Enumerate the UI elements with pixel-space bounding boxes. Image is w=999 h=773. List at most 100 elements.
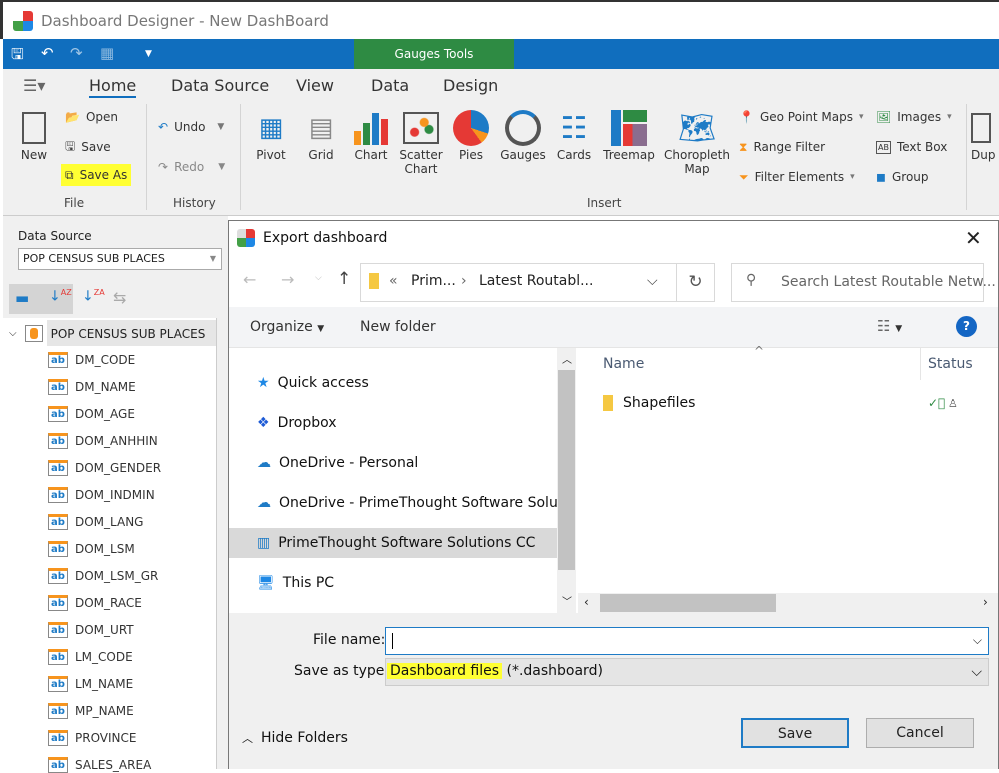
save-icon[interactable]: 🖫 xyxy=(11,44,24,69)
column-header-name[interactable]: Name xyxy=(603,356,644,372)
column-header-status[interactable]: Status xyxy=(928,356,973,372)
column-divider[interactable] xyxy=(920,348,921,380)
new-folder-button[interactable]: New folder xyxy=(360,319,436,335)
tab-design[interactable]: Design xyxy=(443,76,498,95)
swap-icon[interactable]: ⇆ xyxy=(113,288,126,307)
range-filter-button[interactable]: ⧗ Range Filter xyxy=(739,136,825,158)
chevron-down-icon[interactable]: ⌵ xyxy=(973,633,982,648)
nav-onedrive-business[interactable]: ☁ OneDrive - PrimeThought Software Soluti… xyxy=(257,495,557,511)
redo-icon[interactable]: ↷ xyxy=(70,44,83,62)
treemap-button[interactable]: Treemap xyxy=(601,108,657,162)
breadcrumb-item[interactable]: Latest Routabl... xyxy=(479,273,593,289)
cancel-button[interactable]: Cancel xyxy=(866,718,974,748)
hide-folders-button[interactable]: ︿ Hide Folders xyxy=(242,730,348,746)
file-name-input[interactable]: ⌵ xyxy=(385,627,989,655)
sort-ascending-icon[interactable]: ↓AZ xyxy=(49,288,72,305)
close-icon[interactable]: ✕ xyxy=(965,226,982,250)
cards-button[interactable]: ☷ Cards xyxy=(546,108,602,163)
field-item[interactable]: ab DOM_LSM xyxy=(48,541,135,557)
chevron-down-icon[interactable]: ▼ xyxy=(217,122,224,132)
recent-dropdown-icon[interactable]: ⌵ xyxy=(315,273,322,283)
field-item[interactable]: ab DOM_GENDER xyxy=(48,460,161,476)
up-icon[interactable]: ↑ xyxy=(337,269,351,289)
field-item[interactable]: ab DOM_AGE xyxy=(48,406,135,422)
nav-this-pc[interactable]: 🖥 This PC xyxy=(257,575,334,591)
group-by-type-icon[interactable]: ▬ xyxy=(15,289,29,307)
nav-quick-access[interactable]: ★ Quick access xyxy=(257,375,369,391)
overflow-chevron-icon[interactable]: « xyxy=(389,273,398,289)
scroll-thumb[interactable] xyxy=(558,370,575,570)
tree-root[interactable]: ⌵ POP CENSUS SUB PLACES xyxy=(9,325,205,342)
undo-button[interactable]: ↶ Undo ▼ xyxy=(158,116,224,138)
forward-icon[interactable]: → xyxy=(281,270,294,289)
tab-home[interactable]: Home xyxy=(89,76,137,98)
field-item[interactable]: ab LM_NAME xyxy=(48,676,133,692)
filter-elements-button[interactable]: ⏷ Filter Elements ▾ xyxy=(739,166,855,188)
horizontal-scrollbar[interactable]: ‹ › xyxy=(578,593,998,613)
field-item[interactable]: ab LM_CODE xyxy=(48,649,133,665)
field-item[interactable]: ab DOM_RACE xyxy=(48,595,142,611)
tab-data[interactable]: Data xyxy=(371,76,409,95)
gauges-button[interactable]: Gauges xyxy=(495,108,551,162)
save-button[interactable]: Save xyxy=(741,718,849,748)
field-item[interactable]: ab MP_NAME xyxy=(48,703,134,719)
data-source-select[interactable]: POP CENSUS SUB PLACES ▼ xyxy=(18,248,222,270)
images-button[interactable]: 🖼 Images ▾ xyxy=(876,106,952,128)
nav-primethought[interactable]: ▥ PrimeThought Software Solutions CC xyxy=(257,535,535,551)
choropleth-map-button[interactable]: 🗺 Choropleth Map xyxy=(663,108,731,177)
refresh-button[interactable]: ↻ xyxy=(676,263,715,302)
scroll-left-icon[interactable]: ‹ xyxy=(584,595,589,609)
grid-button[interactable]: ▤ Grid xyxy=(293,108,349,162)
redo-button[interactable]: ↷ Redo ▼ xyxy=(158,156,225,178)
sort-descending-icon[interactable]: ↓ZA xyxy=(82,288,105,305)
back-icon[interactable]: ← xyxy=(243,270,256,289)
gauges-tools-context-tab[interactable]: Gauges Tools xyxy=(354,39,514,69)
duplicate-button[interactable]: Dup xyxy=(971,108,999,162)
undo-icon[interactable]: ↶ xyxy=(41,44,54,62)
field-item[interactable]: ab DOM_INDMIN xyxy=(48,487,155,503)
customize-dropdown-icon[interactable]: ▼ xyxy=(145,49,152,59)
group-button[interactable]: ◼ Group xyxy=(876,166,929,188)
scroll-down-icon[interactable]: ﹀ xyxy=(562,593,572,608)
chevron-down-icon[interactable]: ⌵ xyxy=(9,328,17,339)
chevron-down-icon[interactable]: ▼ xyxy=(218,162,225,172)
chart-button[interactable]: Chart xyxy=(343,108,399,162)
field-item[interactable]: ab DM_CODE xyxy=(48,352,135,368)
text-box-button[interactable]: AB Text Box xyxy=(876,136,947,158)
field-item[interactable]: ab DOM_LSM_GR xyxy=(48,568,158,584)
field-item[interactable]: ab DM_NAME xyxy=(48,379,136,395)
save-as-button[interactable]: ⧉ Save As xyxy=(61,164,132,186)
nav-scrollbar[interactable]: ︿ ﹀ xyxy=(557,348,576,613)
field-item[interactable]: ab DOM_URT xyxy=(48,622,134,638)
help-icon[interactable]: ? xyxy=(956,316,977,337)
breadcrumb-item[interactable]: Prim... xyxy=(411,273,456,289)
open-button[interactable]: 📂 Open xyxy=(65,106,118,128)
field-item[interactable]: ab PROVINCE xyxy=(48,730,137,746)
organize-button[interactable]: Organize ▼ xyxy=(250,319,324,335)
pivot-button[interactable]: ▦ Pivot xyxy=(243,108,299,162)
nav-dropbox[interactable]: ❖ Dropbox xyxy=(257,415,337,431)
tab-data-source[interactable]: Data Source xyxy=(171,76,269,95)
tree-scrollbar[interactable] xyxy=(216,318,228,769)
pies-button[interactable]: Pies xyxy=(443,108,499,162)
scroll-up-icon[interactable]: ︿ xyxy=(562,351,572,366)
scatter-chart-button[interactable]: Scatter Chart xyxy=(393,108,449,176)
scroll-thumb[interactable] xyxy=(600,594,776,612)
nav-onedrive-personal[interactable]: ☁ OneDrive - Personal xyxy=(257,455,418,471)
save-type-select[interactable]: Dashboard files (*.dashboard) ⌵ xyxy=(385,658,989,686)
file-row[interactable]: Shapefiles ✓⃝ ♙ xyxy=(603,392,993,414)
tab-view[interactable]: View xyxy=(296,76,334,95)
chevron-down-icon[interactable]: ⌵ xyxy=(647,273,658,289)
view-options-icon[interactable]: ☷ ▼ xyxy=(877,317,902,335)
geo-point-maps-button[interactable]: 📍 Geo Point Maps ▾ xyxy=(739,106,864,128)
field-item[interactable]: ab SALES_AREA xyxy=(48,757,151,773)
scroll-right-icon[interactable]: › xyxy=(983,595,988,609)
app-menu-icon[interactable]: ☰▾ xyxy=(23,76,45,95)
address-bar[interactable]: « Prim... › Latest Routabl... ⌵ xyxy=(360,263,677,302)
refresh-grid-icon[interactable]: ▦ xyxy=(100,44,114,62)
new-button[interactable]: New xyxy=(6,108,62,162)
search-input[interactable]: ⚲ Search Latest Routable Netw... xyxy=(731,263,996,302)
field-item[interactable]: ab DOM_ANHHIN xyxy=(48,433,158,449)
field-item[interactable]: ab DOM_LANG xyxy=(48,514,143,530)
save-button[interactable]: 🖫 Save xyxy=(65,136,111,158)
